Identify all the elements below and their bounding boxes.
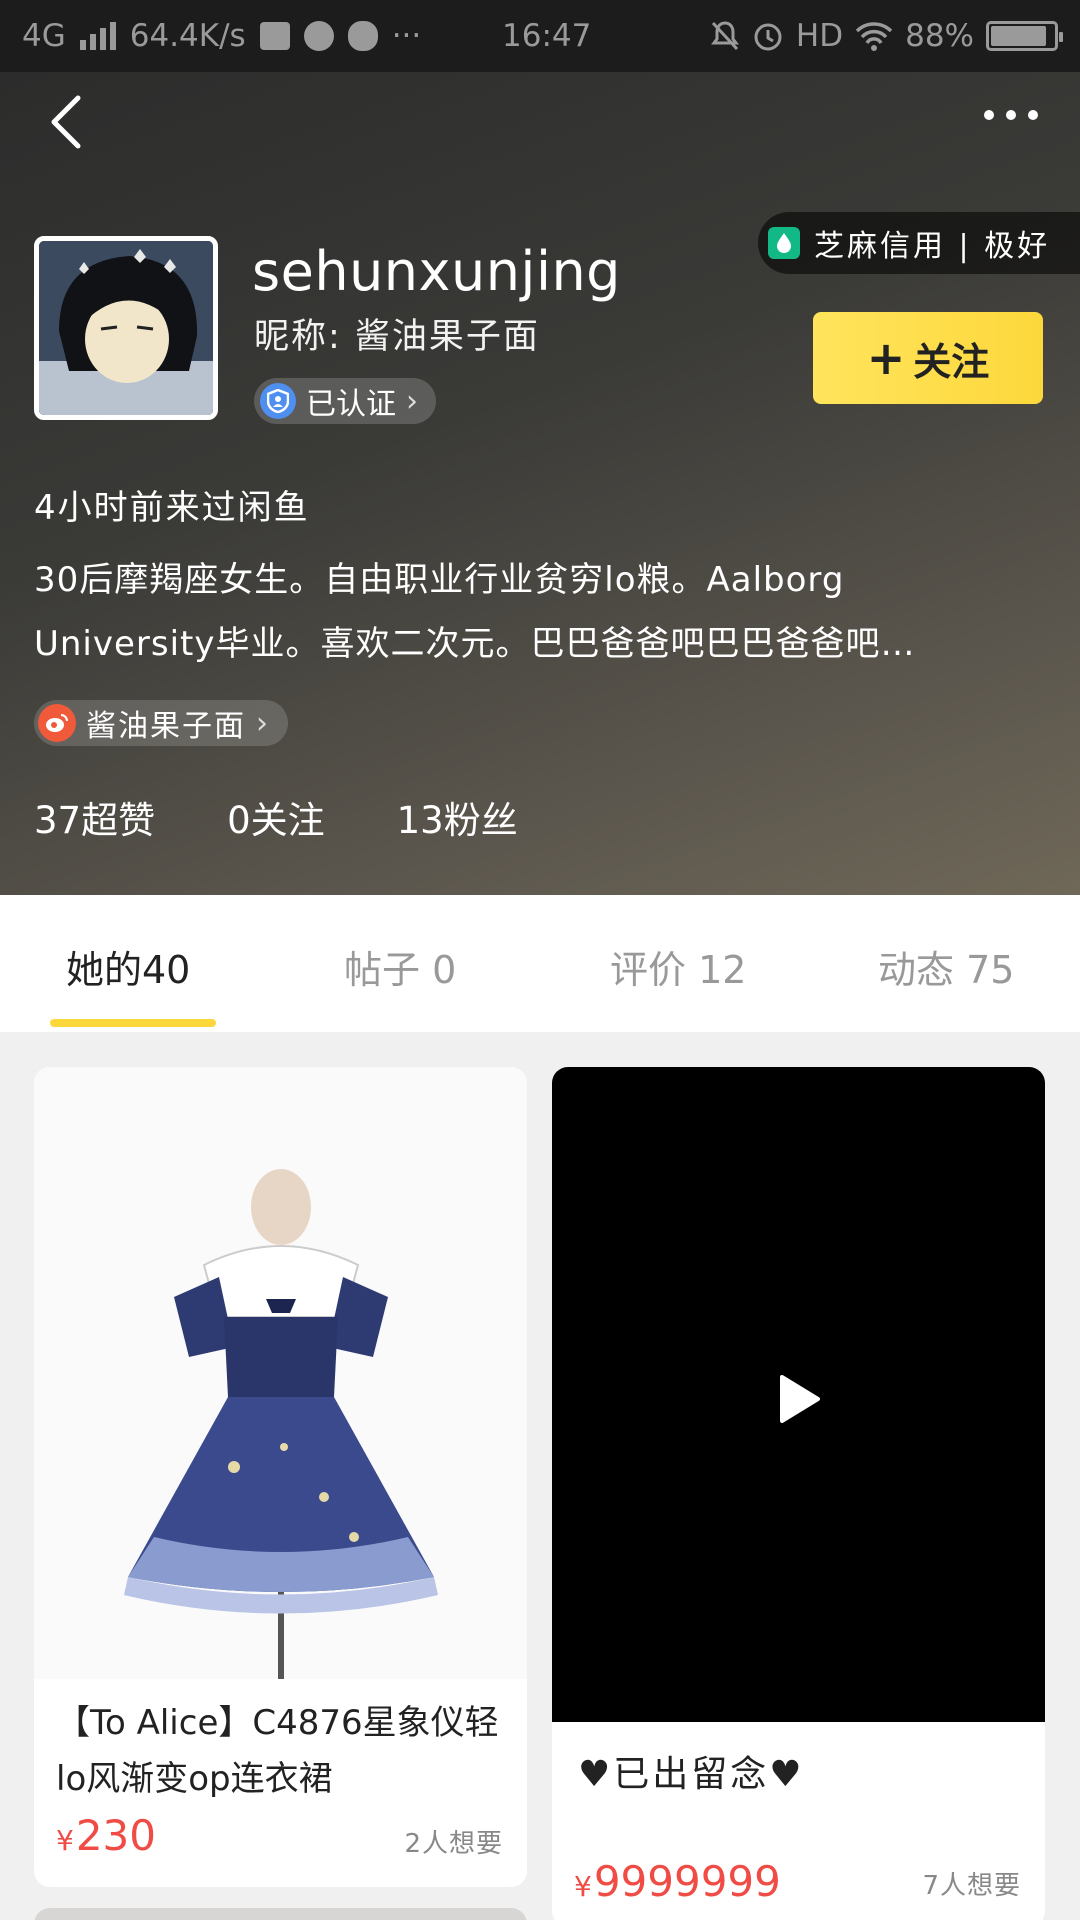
clock: 16:47 xyxy=(502,18,592,54)
credit-label: 芝麻信用 | 极好 xyxy=(814,229,1051,264)
weibo-label: 酱油果子面 xyxy=(86,709,246,744)
tab-reviews[interactable]: 评价 12 xyxy=(610,939,746,994)
verified-label: 已认证 xyxy=(306,387,396,422)
signal-icon xyxy=(79,22,116,50)
item-video[interactable] xyxy=(552,1067,1045,1722)
item-card[interactable]: ♥已出留念♥ ¥9999999 7人想要 xyxy=(552,1067,1045,1920)
planet-notification-icon xyxy=(303,21,334,51)
more-dot-icon xyxy=(1006,110,1016,120)
weibo-link[interactable]: 酱油果子面 › xyxy=(34,700,288,746)
avatar[interactable] xyxy=(34,236,218,420)
fans-count[interactable]: 13粉丝 xyxy=(397,790,518,844)
tab-posts[interactable]: 帖子 0 xyxy=(344,939,456,994)
back-button[interactable] xyxy=(46,92,96,152)
price-value: 9999999 xyxy=(593,1857,781,1906)
battery-percent: 88% xyxy=(905,18,974,54)
item-card[interactable]: 【To Alice】C4876星象仪轻lo风渐变op连衣裙 ¥230 2人想要 xyxy=(34,1067,527,1887)
item-title: ♥已出留念♥ xyxy=(578,1754,805,1795)
bio[interactable]: 30后摩羯座女生。自由职业行业贫穷lo粮。Aalborg University毕… xyxy=(34,548,1024,676)
want-count: 7人想要 xyxy=(922,1871,1021,1901)
nickname: 昵称: 酱油果子面 xyxy=(254,317,540,357)
item-price: ¥230 xyxy=(56,1811,156,1860)
profile-stats: 37超赞 0关注 13粉丝 xyxy=(34,790,518,844)
mute-icon xyxy=(710,21,739,51)
currency-symbol: ¥ xyxy=(574,1870,592,1903)
network-type: 4G xyxy=(22,18,66,54)
profile-tabs: 她的40 帖子 0 评价 12 动态 75 xyxy=(0,895,1080,1032)
follow-button[interactable]: + 关注 xyxy=(813,312,1043,404)
currency-symbol: ¥ xyxy=(56,1824,74,1857)
wechat-icon xyxy=(347,21,378,51)
plus-icon: + xyxy=(866,331,906,385)
sesame-credit-icon xyxy=(768,227,800,259)
hd-indicator: HD xyxy=(795,18,844,54)
weibo-icon xyxy=(38,704,76,742)
battery-icon xyxy=(986,21,1063,51)
item-price: ¥9999999 xyxy=(574,1857,781,1906)
battery-fill xyxy=(991,26,1046,46)
play-icon[interactable] xyxy=(778,1373,822,1425)
item-title: 【To Alice】C4876星象仪轻lo风渐变op连衣裙 xyxy=(56,1703,499,1799)
verified-icon xyxy=(260,383,296,419)
want-count: 2人想要 xyxy=(404,1829,503,1859)
verified-badge[interactable]: 已认证 › xyxy=(254,378,436,424)
chevron-right-icon: › xyxy=(406,383,418,419)
tab-items[interactable]: 她的40 xyxy=(66,939,190,994)
more-notifications-icon: ··· xyxy=(391,18,422,54)
username: sehunxunjing xyxy=(252,240,621,303)
last-visit: 4小时前来过闲鱼 xyxy=(34,488,310,528)
active-tab-indicator xyxy=(50,1019,216,1027)
alarm-icon xyxy=(754,23,782,51)
chevron-right-icon: › xyxy=(256,705,270,741)
item-image xyxy=(34,1067,527,1679)
app-notification-icon xyxy=(259,22,290,50)
price-value: 230 xyxy=(75,1811,156,1860)
follow-label: 关注 xyxy=(913,339,990,384)
wifi-icon xyxy=(855,22,893,51)
tab-activity[interactable]: 动态 75 xyxy=(878,939,1014,994)
chevron-left-icon xyxy=(51,95,81,149)
profile-header: 4G 64.4K/s ··· 16:47 HD 88% sehunxunjing… xyxy=(0,0,1080,895)
avatar-image xyxy=(39,241,213,415)
following-count[interactable]: 0关注 xyxy=(227,790,325,844)
network-speed: 64.4K/s xyxy=(129,18,246,54)
more-dot-icon xyxy=(1028,110,1038,120)
likes-count[interactable]: 37超赞 xyxy=(34,790,155,844)
more-options-button[interactable] xyxy=(984,110,1038,120)
item-card-partial[interactable] xyxy=(34,1908,527,1920)
credit-badge[interactable]: 芝麻信用 | 极好 xyxy=(758,212,1080,274)
more-dot-icon xyxy=(984,110,994,120)
status-bar: 4G 64.4K/s ··· 16:47 HD 88% xyxy=(0,0,1080,72)
